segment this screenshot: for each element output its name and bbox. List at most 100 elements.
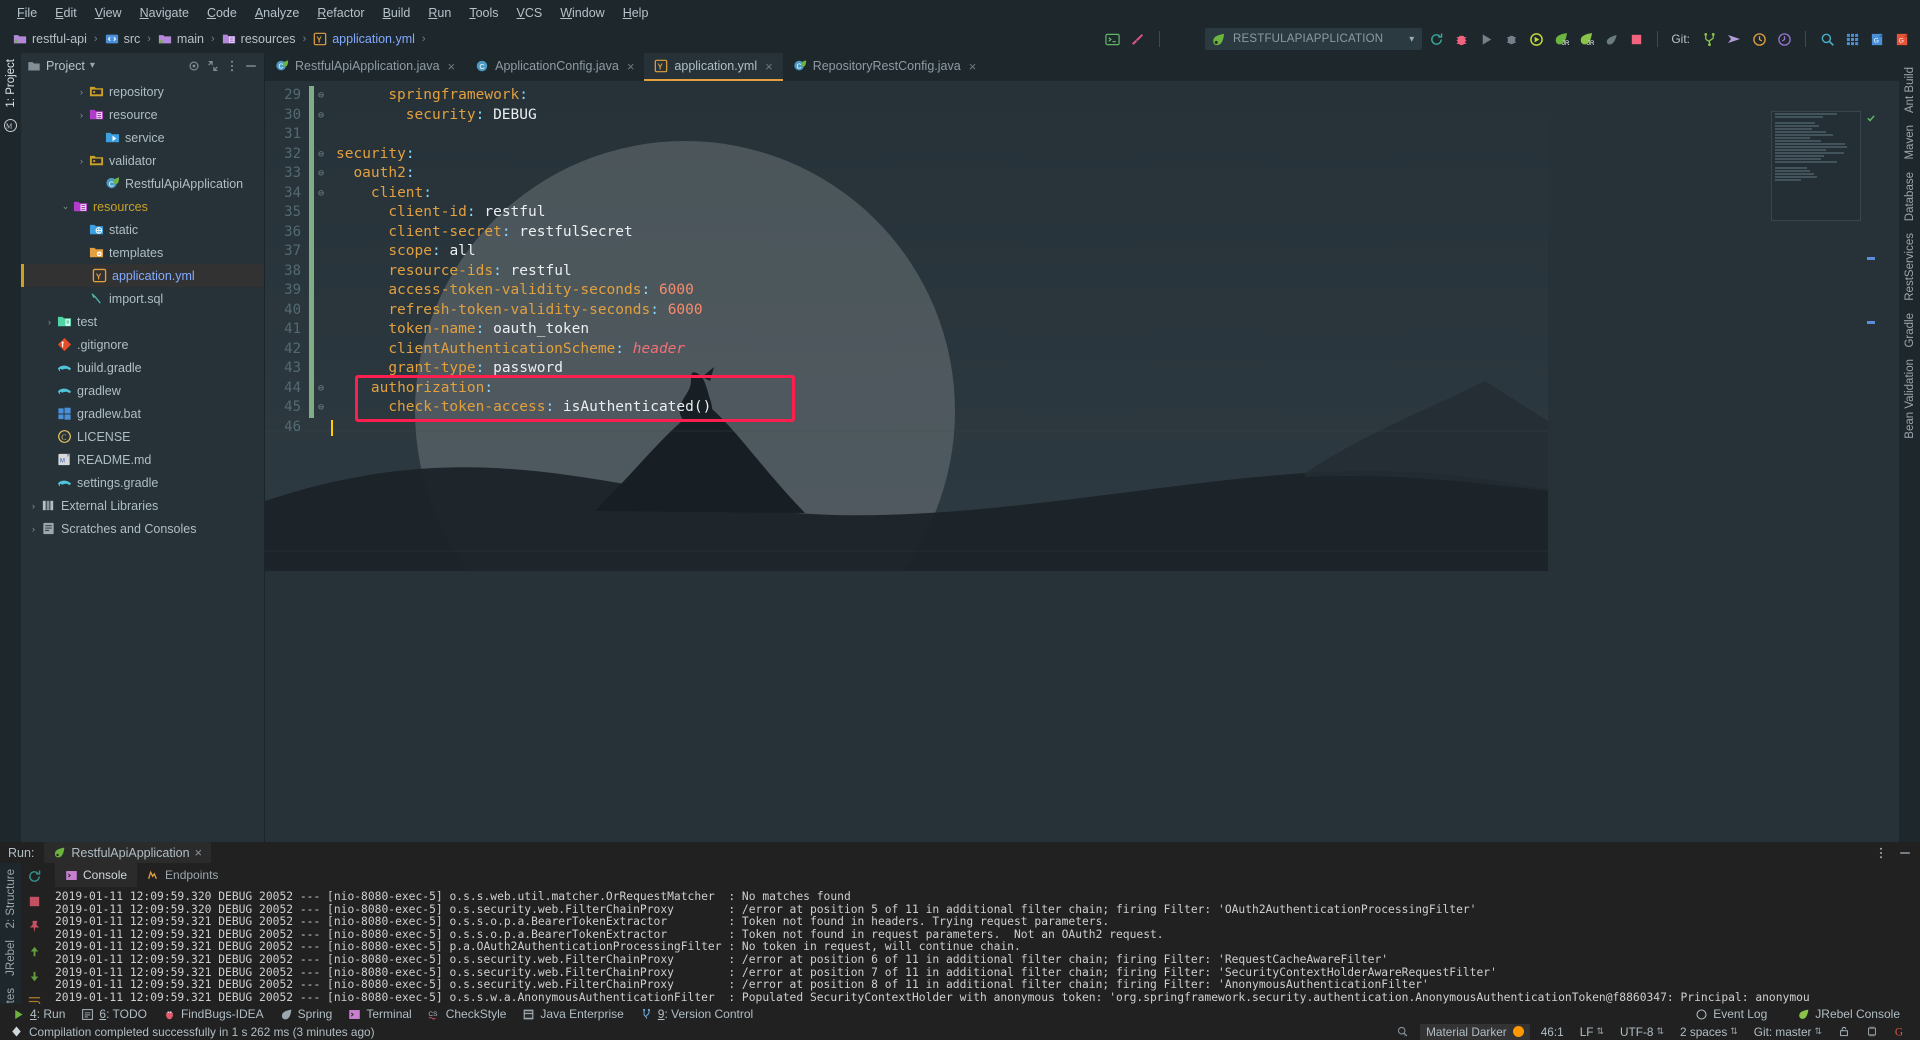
close-icon[interactable]: ×	[627, 59, 635, 74]
caret-position[interactable]: 46:1	[1536, 1025, 1569, 1039]
chevron-down-icon[interactable]: ⌄	[59, 201, 72, 212]
indent-setting[interactable]: 2 spaces ⇅	[1675, 1025, 1743, 1039]
debug-bug-icon[interactable]	[1453, 31, 1469, 47]
tree-item[interactable]: › repository	[21, 80, 264, 103]
tree-item[interactable]: C RestfulApiApplication	[21, 172, 264, 195]
chevron-right-icon[interactable]: ›	[27, 524, 40, 534]
breadcrumb-item-resources[interactable]: resources	[217, 31, 301, 47]
breadcrumb-item-src[interactable]: src	[100, 31, 146, 47]
tree-item[interactable]: build.gradle	[21, 356, 264, 379]
code-line[interactable]: 29 ⊖ springframework:	[265, 86, 1899, 106]
code-line[interactable]: 32 ⊖ security:	[265, 144, 1899, 165]
line-separator[interactable]: LF ⇅	[1575, 1025, 1609, 1039]
tree-item[interactable]: › resource	[21, 103, 264, 126]
memory-icon[interactable]	[1861, 1025, 1883, 1038]
status-button-jrebel-console[interactable]: JRebel Console	[1789, 1005, 1908, 1023]
error-stripe-marker-bar[interactable]	[1864, 109, 1878, 842]
google-icon[interactable]: G	[1889, 1025, 1912, 1038]
console-tab-endpoints[interactable]: Endpoints	[137, 863, 228, 887]
fold-marker-icon[interactable]: ⊖	[314, 184, 328, 204]
debug-run-icon[interactable]	[1503, 31, 1519, 47]
menu-item-tools[interactable]: Tools	[460, 3, 507, 23]
tool-window-restservices[interactable]: RestServices	[1901, 227, 1919, 307]
code-line[interactable]: 44 ⊖ authorization:	[265, 378, 1899, 399]
tool-window-database[interactable]: Database	[1901, 166, 1919, 227]
console-tab-console[interactable]: Console	[55, 863, 138, 887]
close-icon[interactable]: ×	[969, 59, 977, 74]
build-hammer-icon[interactable]	[1130, 31, 1146, 47]
jrebel-icon[interactable]	[1603, 31, 1619, 47]
jrebel-run-icon[interactable]: JR	[1553, 31, 1569, 47]
breadcrumb-item-application-yml[interactable]: Yapplication.yml	[308, 31, 420, 47]
chevron-right-icon[interactable]: ›	[43, 317, 56, 327]
rerun-icon[interactable]	[27, 869, 43, 885]
code-line[interactable]: 39 access-token-validity-seconds: 6000	[265, 281, 1899, 301]
code-line[interactable]: 34 ⊖ client:	[265, 183, 1899, 204]
code-lines[interactable]: 29 ⊖ springframework: 30 ⊖ security: DEBUG 31 3…	[265, 81, 1899, 842]
menu-item-view[interactable]: View	[86, 3, 131, 23]
jrebel-debug-icon[interactable]: JR	[1578, 31, 1594, 47]
theme-indicator[interactable]: Material Darker	[1420, 1023, 1530, 1040]
tree-item[interactable]: gradlew	[21, 379, 264, 402]
breadcrumb-item-restful-api[interactable]: restful-api	[8, 31, 92, 47]
fold-marker-icon[interactable]: ⊖	[314, 86, 328, 106]
breadcrumb-item-main[interactable]: main	[153, 31, 209, 47]
menu-item-edit[interactable]: Edit	[46, 3, 86, 23]
apps-grid-icon[interactable]	[1844, 31, 1860, 47]
search-everywhere-icon[interactable]	[1819, 31, 1835, 47]
editor-tab-repositoryrestconfig-java[interactable]: C RepositoryRestConfig.java ×	[783, 53, 987, 81]
down-icon[interactable]	[27, 969, 43, 985]
fold-marker-icon[interactable]: ⊖	[314, 379, 328, 399]
chevron-right-icon[interactable]: ›	[75, 87, 88, 97]
code-line[interactable]: 33 ⊖ oauth2:	[265, 164, 1899, 184]
code-line[interactable]: 35 client-id: restful	[265, 203, 1899, 223]
tool-window-ant-build[interactable]: Ant Build	[1901, 61, 1919, 119]
tool-window-button-java-enterprise[interactable]: Java Enterprise	[514, 1005, 631, 1023]
lock-icon[interactable]	[1833, 1025, 1855, 1038]
editor-tab-restfulapiapplication-java[interactable]: C RestfulApiApplication.java ×	[265, 53, 465, 81]
menu-item-build[interactable]: Build	[374, 3, 420, 23]
menu-item-navigate[interactable]: Navigate	[131, 3, 198, 23]
menu-item-code[interactable]: Code	[198, 3, 246, 23]
tool-window-maven[interactable]: Maven	[1901, 119, 1919, 166]
code-line[interactable]: 45 ⊖ check-token-access: isAuthenticated()	[265, 398, 1899, 418]
menu-item-analyze[interactable]: Analyze	[246, 3, 308, 23]
more-vertical-icon[interactable]	[1874, 846, 1888, 860]
code-line[interactable]: 31	[265, 125, 1899, 145]
stop-icon[interactable]	[1628, 31, 1644, 47]
menu-item-help[interactable]: Help	[614, 3, 658, 23]
git-branch-indicator[interactable]: Git: master ⇅	[1749, 1025, 1827, 1039]
fold-marker-icon[interactable]: ⊖	[314, 145, 328, 165]
run-icon[interactable]	[1478, 31, 1494, 47]
status-button-event-log[interactable]: Event Log	[1687, 1005, 1775, 1023]
tool-window-bean-validation[interactable]: Bean Validation	[1901, 353, 1919, 445]
code-minimap[interactable]	[1771, 111, 1861, 221]
editor-tab-application-yml[interactable]: Yapplication.yml ×	[644, 53, 783, 81]
settings-gear-icon[interactable]	[187, 59, 201, 73]
code-line[interactable]: 41 token-name: oauth_token	[265, 320, 1899, 340]
terminal-icon[interactable]	[1105, 31, 1121, 47]
git-branch-icon[interactable]	[1701, 31, 1717, 47]
tree-item[interactable]: templates	[21, 241, 264, 264]
fold-marker-icon[interactable]: ⊖	[314, 398, 328, 418]
hide-panel-icon[interactable]	[1898, 846, 1912, 860]
run-session-tab[interactable]: RestfulApiApplication ×	[44, 842, 212, 863]
close-icon[interactable]: ×	[448, 59, 456, 74]
editor-tab-applicationconfig-java[interactable]: C ApplicationConfig.java ×	[465, 53, 644, 81]
tree-item[interactable]: import.sql	[21, 287, 264, 310]
code-line[interactable]: 37 scope: all	[265, 242, 1899, 262]
fold-marker-icon[interactable]: ⊖	[314, 164, 328, 184]
git-history-icon[interactable]	[1776, 31, 1792, 47]
code-line[interactable]: 42 clientAuthenticationScheme: header	[265, 339, 1899, 359]
tool-window-button-4-run[interactable]: 4: Run	[4, 1005, 73, 1023]
tree-item[interactable]: .gitignore	[21, 333, 264, 356]
chevron-down-icon[interactable]: ▾	[90, 60, 95, 71]
inspections-icon[interactable]: ?	[1391, 1025, 1414, 1038]
tool-window-button-spring[interactable]: Spring	[272, 1005, 341, 1023]
tree-item[interactable]: C LICENSE	[21, 425, 264, 448]
pin-icon[interactable]	[27, 919, 43, 935]
tool-window-button-9-version-control[interactable]: 9: Version Control	[632, 1005, 761, 1023]
code-line[interactable]: 30 ⊖ security: DEBUG	[265, 105, 1899, 125]
tree-item[interactable]: › External Libraries	[21, 494, 264, 517]
sync-icon[interactable]	[1428, 31, 1444, 47]
